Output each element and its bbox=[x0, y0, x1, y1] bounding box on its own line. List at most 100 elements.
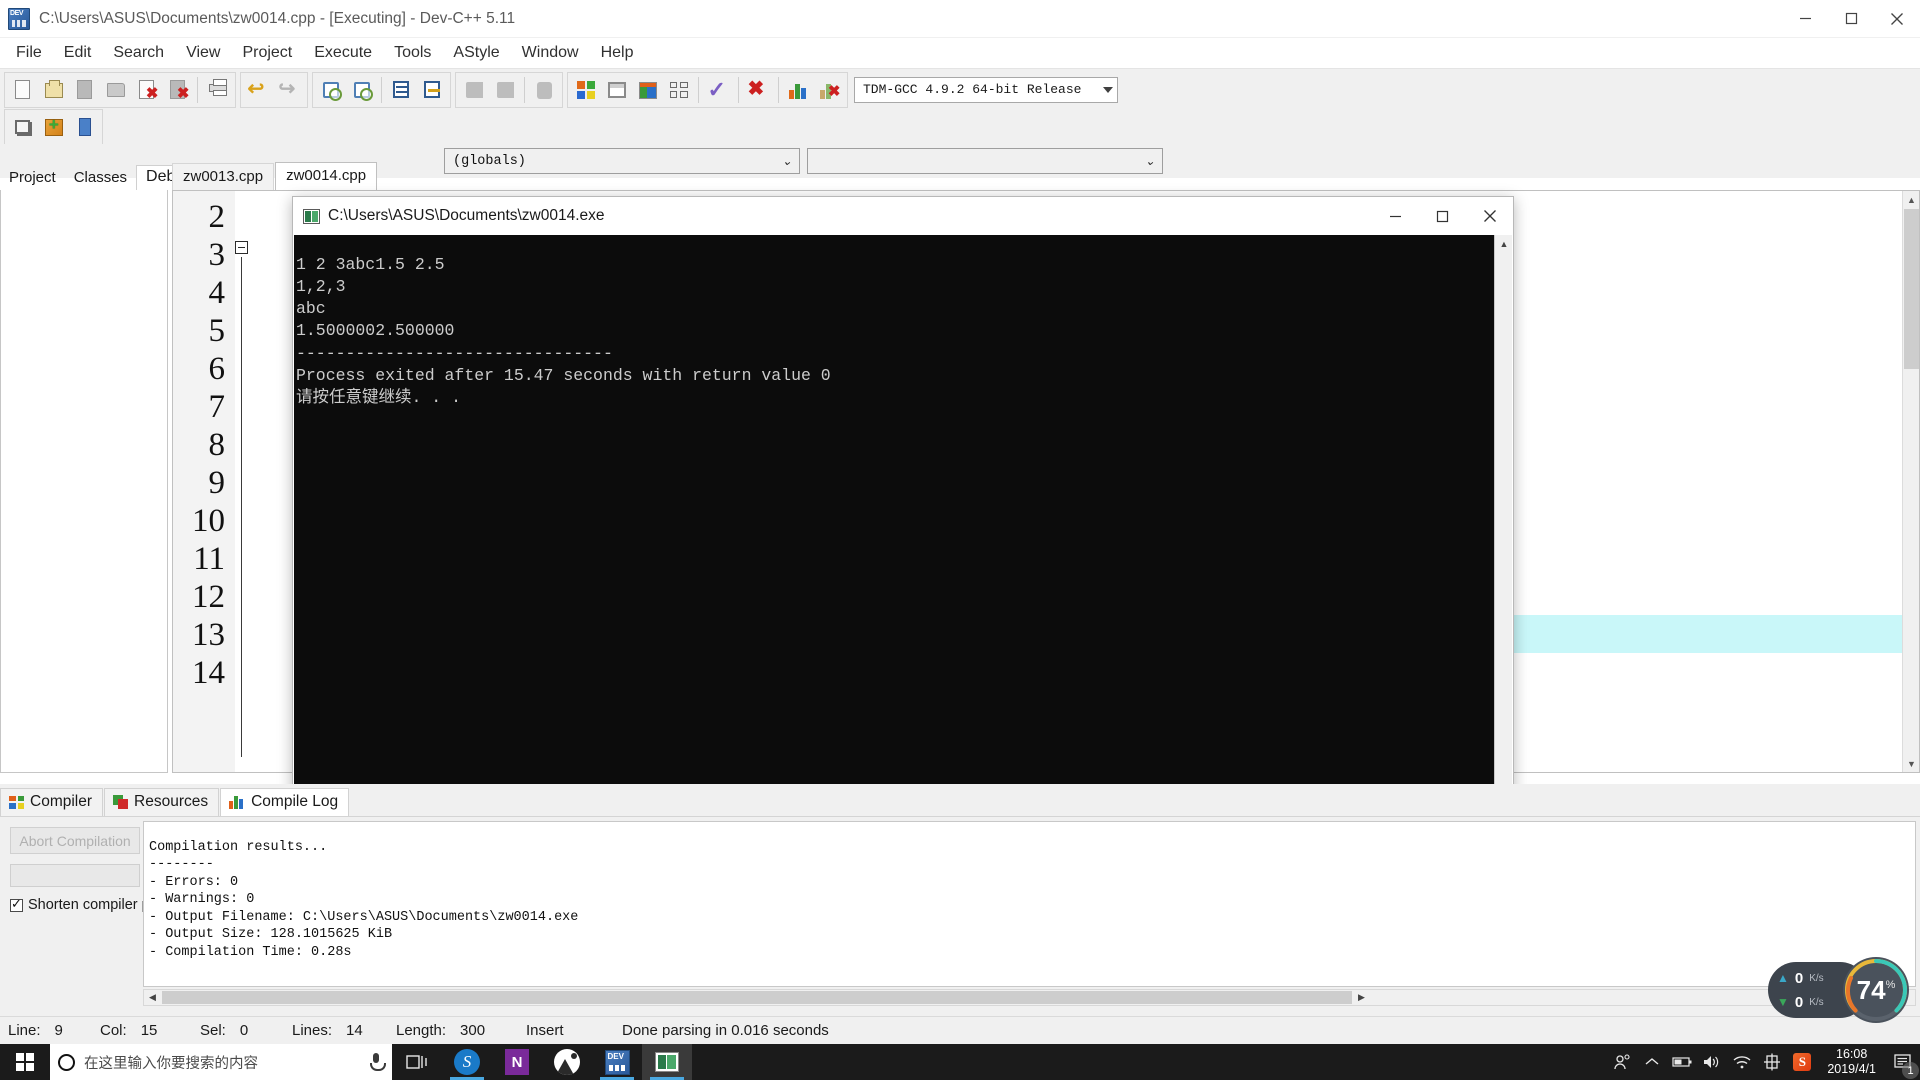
add-to-project-button[interactable] bbox=[38, 112, 69, 143]
compile-and-run-button[interactable] bbox=[632, 74, 663, 105]
project-options-button[interactable] bbox=[69, 112, 100, 143]
close-all-button[interactable]: ✖ bbox=[162, 74, 193, 105]
search-placeholder-text: 在这里输入你要搜索的内容 bbox=[84, 1055, 258, 1072]
taskview-button[interactable] bbox=[392, 1044, 442, 1080]
people-icon[interactable] bbox=[1607, 1044, 1637, 1080]
dev-cpp-button[interactable]: DEV bbox=[592, 1044, 642, 1080]
notification-center-button[interactable]: 1 bbox=[1886, 1044, 1920, 1080]
scroll-up-icon[interactable]: ▲ bbox=[1903, 191, 1919, 208]
fold-collapse-icon[interactable] bbox=[235, 241, 248, 254]
tab-compile-log[interactable]: Compile Log bbox=[220, 788, 350, 816]
save-all-button[interactable] bbox=[100, 74, 131, 105]
goto-function-button[interactable] bbox=[417, 74, 448, 105]
cut-button[interactable] bbox=[458, 74, 489, 105]
menu-file[interactable]: File bbox=[5, 42, 53, 64]
console-scroll-up-icon[interactable]: ▲ bbox=[1495, 235, 1512, 253]
menu-edit[interactable]: Edit bbox=[53, 42, 103, 64]
status-insert-mode: Insert bbox=[526, 1022, 564, 1039]
show-hidden-icons-chevron[interactable] bbox=[1637, 1044, 1667, 1080]
tab-classes[interactable]: Classes bbox=[65, 166, 136, 190]
check-syntax-button[interactable]: ✓ bbox=[703, 74, 734, 105]
print-button[interactable] bbox=[202, 74, 233, 105]
toolbar-separator bbox=[698, 76, 699, 103]
volume-icon[interactable] bbox=[1697, 1044, 1727, 1080]
scroll-left-icon[interactable]: ◀ bbox=[144, 992, 161, 1003]
taskbar-search-box[interactable]: 在这里输入你要搜索的内容 bbox=[50, 1044, 392, 1080]
chevron-down-icon bbox=[1103, 86, 1113, 93]
abort-compilation-button[interactable]: Abort Compilation bbox=[10, 827, 140, 854]
window-titlebar: C:\Users\ASUS\Documents\zw0014.cpp - [Ex… bbox=[0, 0, 1920, 38]
menu-help[interactable]: Help bbox=[590, 42, 645, 64]
menu-bar: File Edit Search View Project Execute To… bbox=[0, 38, 1920, 68]
new-file-button[interactable] bbox=[7, 74, 38, 105]
tab-project[interactable]: Project bbox=[0, 166, 65, 190]
menu-view[interactable]: View bbox=[175, 42, 231, 64]
menu-astyle[interactable]: AStyle bbox=[442, 42, 510, 64]
find-button[interactable] bbox=[315, 74, 346, 105]
editor-tab-zw0014[interactable]: zw0014.cpp bbox=[275, 162, 378, 190]
close-file-button[interactable]: ✖ bbox=[131, 74, 162, 105]
close-button[interactable] bbox=[1874, 0, 1920, 38]
tab-compiler[interactable]: Compiler bbox=[0, 788, 104, 816]
open-file-button[interactable] bbox=[38, 74, 69, 105]
start-button[interactable] bbox=[0, 1044, 50, 1080]
copy-button[interactable] bbox=[489, 74, 520, 105]
photos-button[interactable] bbox=[542, 1044, 592, 1080]
shorten-compiler-paths-row[interactable]: Shorten compiler pa bbox=[10, 896, 158, 913]
menu-search[interactable]: Search bbox=[102, 42, 175, 64]
save-file-button[interactable] bbox=[69, 74, 100, 105]
dev-cpp-taskbar-icon: DEV bbox=[604, 1049, 630, 1075]
wifi-icon[interactable] bbox=[1727, 1044, 1757, 1080]
battery-icon[interactable] bbox=[1667, 1044, 1697, 1080]
shorten-checkbox[interactable] bbox=[10, 896, 23, 912]
menu-window[interactable]: Window bbox=[511, 42, 590, 64]
console-maximize-button[interactable] bbox=[1419, 198, 1466, 234]
taskbar-clock[interactable]: 16:08 2019/4/1 bbox=[1817, 1047, 1886, 1077]
delete-profile-button[interactable]: ✖ bbox=[814, 74, 845, 105]
status-sel: Sel: 0 bbox=[200, 1022, 272, 1039]
goto-line-button[interactable] bbox=[386, 74, 417, 105]
sogou-ime-icon[interactable]: S bbox=[1787, 1044, 1817, 1080]
bottom-panel: Abort Compilation Shorten compiler pa Co… bbox=[0, 816, 1920, 1016]
run-button[interactable] bbox=[601, 74, 632, 105]
microphone-icon[interactable] bbox=[368, 1052, 386, 1072]
photos-icon bbox=[554, 1049, 580, 1075]
menu-execute[interactable]: Execute bbox=[303, 42, 383, 64]
status-length-key: Length: bbox=[396, 1022, 447, 1039]
menu-project[interactable]: Project bbox=[231, 42, 303, 64]
console-window-button[interactable] bbox=[642, 1044, 692, 1080]
console-close-button[interactable] bbox=[1466, 198, 1513, 234]
console-vertical-scrollbar[interactable]: ▲ ▼ bbox=[1494, 235, 1512, 832]
status-col-value: 15 bbox=[140, 1022, 158, 1039]
redo-button[interactable]: ↪ bbox=[274, 74, 305, 105]
sogou-browser-button[interactable]: S bbox=[442, 1044, 492, 1080]
toolbar-separator bbox=[197, 76, 198, 103]
minimize-button[interactable] bbox=[1782, 0, 1828, 38]
new-project-button[interactable] bbox=[7, 112, 38, 143]
cpu-usage-ring[interactable]: 74 % bbox=[1843, 957, 1909, 1023]
results-horizontal-scrollbar[interactable]: ◀ ▶ bbox=[143, 989, 1916, 1006]
console-minimize-button[interactable] bbox=[1372, 198, 1419, 234]
menu-tools[interactable]: Tools bbox=[383, 42, 442, 64]
compile-button[interactable] bbox=[570, 74, 601, 105]
editor-tab-zw0013[interactable]: zw0013.cpp bbox=[172, 163, 275, 190]
console-window[interactable]: C:\Users\ASUS\Documents\zw0014.exe 1 2 3… bbox=[292, 196, 1514, 834]
profile-analysis-button[interactable] bbox=[783, 74, 814, 105]
onenote-button[interactable]: N bbox=[492, 1044, 542, 1080]
scroll-down-icon[interactable]: ▼ bbox=[1903, 755, 1919, 772]
scrollbar-thumb[interactable] bbox=[1904, 209, 1919, 369]
stop-execution-button[interactable]: ✖ bbox=[743, 74, 774, 105]
ime-chinese-icon[interactable] bbox=[1757, 1044, 1787, 1080]
undo-button[interactable]: ↩ bbox=[243, 74, 274, 105]
replace-button[interactable] bbox=[346, 74, 377, 105]
scroll-right-icon[interactable]: ▶ bbox=[1353, 992, 1370, 1003]
maximize-button[interactable] bbox=[1828, 0, 1874, 38]
console-output-area[interactable]: 1 2 3abc1.5 2.5 1,2,3 abc 1.5000002.5000… bbox=[294, 235, 1512, 832]
tab-resources[interactable]: Resources bbox=[104, 788, 220, 816]
rebuild-all-button[interactable] bbox=[663, 74, 694, 105]
paste-button[interactable] bbox=[529, 74, 560, 105]
compiler-select[interactable]: TDM-GCC 4.9.2 64-bit Release bbox=[854, 76, 1118, 103]
editor-vertical-scrollbar[interactable]: ▲ ▼ bbox=[1902, 191, 1919, 772]
compilation-results-box[interactable]: Compilation results... -------- - Errors… bbox=[143, 821, 1916, 987]
hscroll-thumb[interactable] bbox=[162, 991, 1352, 1004]
